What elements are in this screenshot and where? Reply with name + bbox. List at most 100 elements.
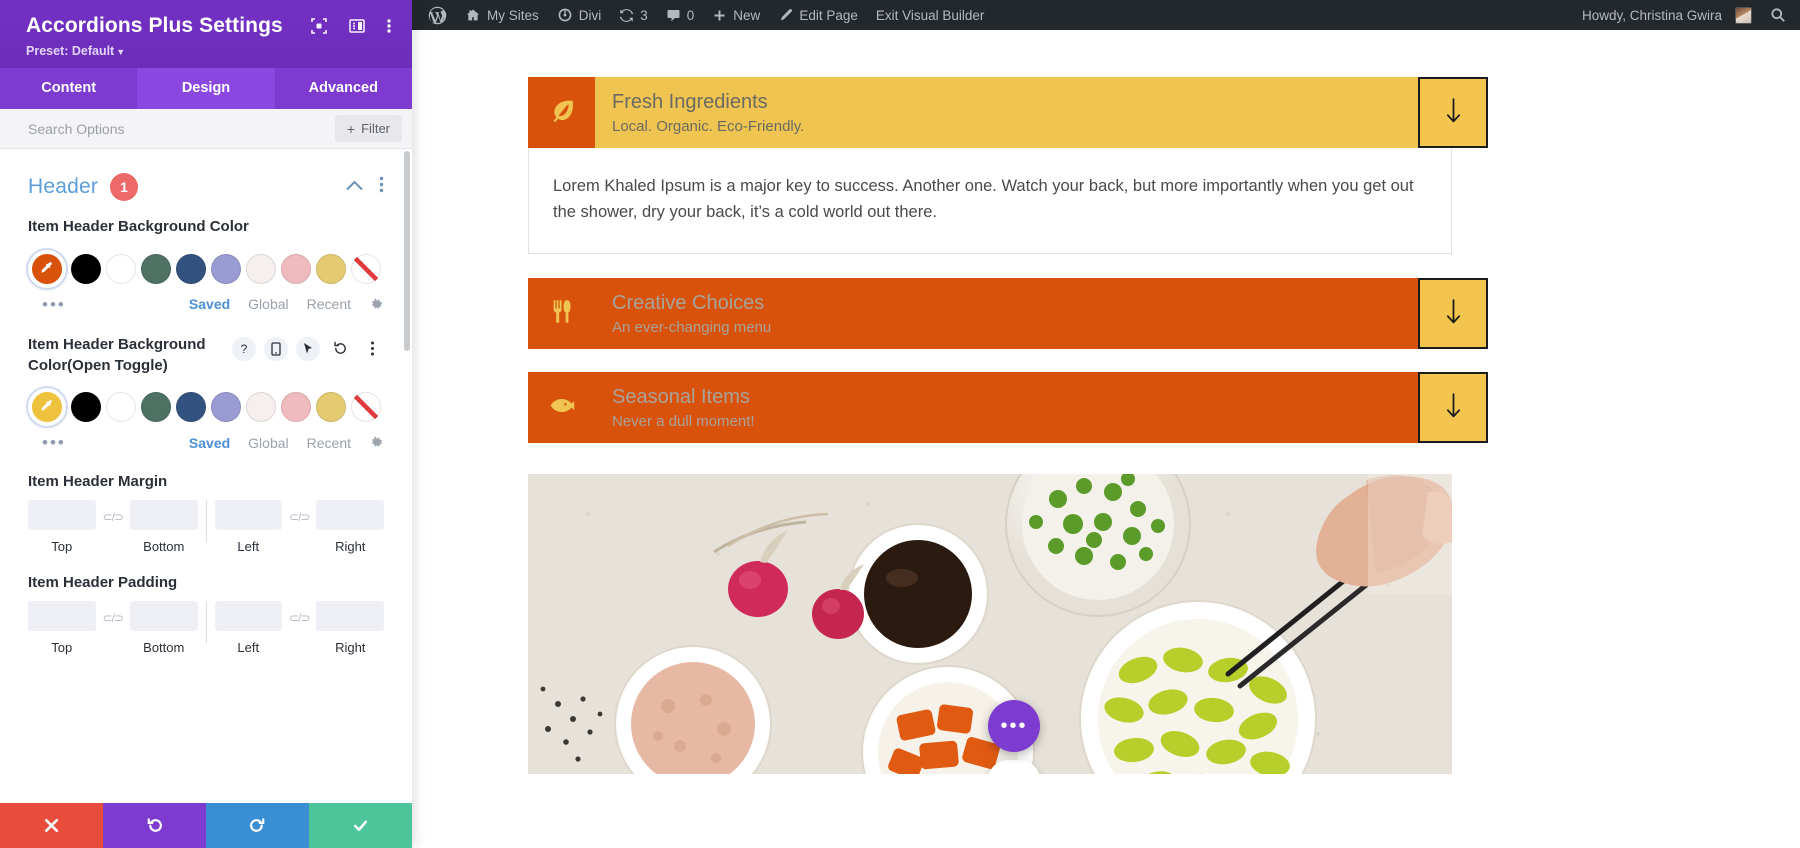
swatch-more-icon[interactable]: ••• — [42, 434, 66, 451]
updates-menu[interactable]: 3 — [610, 0, 657, 30]
link-values-icon[interactable]: ⊂/⊃ — [96, 611, 130, 625]
padding-top-input[interactable] — [28, 601, 96, 632]
status-badge: 1 — [110, 173, 139, 202]
exit-visual-builder-label: Exit Visual Builder — [875, 7, 985, 23]
gear-icon[interactable] — [369, 297, 384, 312]
input-caption: Top — [51, 539, 73, 555]
link-values-icon[interactable]: ⊂/⊃ — [96, 510, 130, 524]
wordpress-logo-icon[interactable] — [424, 0, 456, 30]
chevron-up-icon[interactable] — [346, 178, 363, 196]
search-icon[interactable] — [1761, 0, 1792, 30]
tab-recent-colors[interactable]: Recent — [307, 435, 351, 451]
swatch-more-icon[interactable]: ••• — [42, 296, 66, 313]
accordion-toggle-button[interactable] — [1418, 372, 1488, 444]
tab-content[interactable]: Content — [0, 68, 137, 109]
mobile-icon[interactable] — [264, 336, 288, 361]
color-swatch[interactable] — [246, 253, 276, 284]
tab-advanced[interactable]: Advanced — [275, 68, 412, 109]
cancel-button[interactable] — [0, 803, 103, 848]
accordion-header[interactable]: Creative Choices An ever-changing menu — [528, 278, 1488, 350]
input-caption: Top — [51, 640, 73, 656]
section-more-icon[interactable] — [379, 176, 384, 198]
tab-saved-colors[interactable]: Saved — [189, 296, 230, 312]
color-swatch[interactable] — [211, 392, 241, 423]
filter-button[interactable]: + Filter — [334, 115, 402, 143]
comments-menu[interactable]: 0 — [657, 0, 704, 30]
my-sites-menu[interactable]: My Sites — [456, 0, 548, 30]
divi-menu[interactable]: Divi — [548, 0, 611, 30]
howdy-menu[interactable]: Howdy, Christina Gwira — [1573, 0, 1761, 30]
padding-right-input[interactable] — [316, 601, 385, 632]
search-bar: + Filter — [0, 109, 412, 150]
tab-global-colors[interactable]: Global — [248, 296, 288, 312]
accordion-title: Creative Choices — [612, 292, 765, 315]
color-swatch-selected[interactable] — [28, 388, 66, 427]
panel-scrollbar[interactable] — [404, 151, 410, 352]
input-caption: Left — [237, 640, 260, 656]
section-title[interactable]: Header — [28, 175, 98, 199]
color-swatch[interactable] — [211, 253, 241, 284]
cursor-icon[interactable] — [296, 336, 320, 361]
accordion-item: Seasonal Items Never a dull moment! — [528, 372, 1488, 444]
color-swatch[interactable] — [141, 392, 171, 423]
link-values-icon[interactable]: ⊂/⊃ — [282, 611, 316, 625]
layout-columns-icon[interactable] — [348, 17, 366, 35]
color-swatch[interactable] — [141, 253, 171, 284]
accordion-header[interactable]: Seasonal Items Never a dull moment! — [528, 372, 1488, 444]
divider — [205, 601, 207, 644]
new-menu[interactable]: New — [703, 0, 769, 30]
margin-bottom-input[interactable] — [129, 500, 198, 531]
accordion-toggle-button[interactable] — [1418, 77, 1488, 148]
preset-selector[interactable]: Preset: Default ▼ — [26, 44, 396, 58]
accordion-header[interactable]: Fresh Ingredients Local. Organic. Eco-Fr… — [528, 77, 1488, 148]
tab-saved-colors[interactable]: Saved — [189, 435, 230, 451]
input-caption: Bottom — [143, 640, 185, 656]
module-options-fab[interactable]: ••• — [988, 700, 1040, 752]
field-item-header-background-color: Item Header Background Color ••• Saved G… — [28, 217, 384, 313]
color-swatch[interactable] — [281, 253, 311, 284]
accordion-toggle-button[interactable] — [1418, 278, 1488, 350]
color-swatch[interactable] — [71, 392, 101, 423]
arrow-down-icon — [1445, 392, 1462, 424]
color-swatch[interactable] — [106, 392, 136, 423]
color-swatch[interactable] — [176, 392, 206, 423]
search-input[interactable] — [28, 120, 335, 137]
color-swatch-selected[interactable] — [28, 249, 66, 288]
color-swatch[interactable] — [71, 253, 101, 284]
color-swatch[interactable] — [316, 392, 346, 423]
margin-right-input[interactable] — [316, 500, 385, 531]
padding-bottom-input[interactable] — [129, 601, 198, 632]
page-canvas: Fresh Ingredients Local. Organic. Eco-Fr… — [412, 30, 1800, 848]
divider — [205, 500, 207, 543]
color-swatch-none[interactable] — [351, 253, 381, 284]
reset-icon[interactable] — [328, 337, 352, 361]
field-label: Item Header Margin — [28, 473, 168, 491]
undo-button[interactable] — [103, 803, 206, 848]
accordion-module: Fresh Ingredients Local. Organic. Eco-Fr… — [528, 77, 1488, 467]
color-swatch-none[interactable] — [351, 392, 381, 423]
tab-recent-colors[interactable]: Recent — [307, 296, 351, 312]
margin-top-input[interactable] — [28, 500, 96, 531]
tab-global-colors[interactable]: Global — [248, 435, 288, 451]
gear-icon[interactable] — [369, 435, 384, 450]
help-icon[interactable]: ? — [232, 336, 256, 361]
focus-icon[interactable] — [310, 17, 328, 35]
color-swatch[interactable] — [281, 392, 311, 423]
color-swatch[interactable] — [246, 392, 276, 423]
color-swatch[interactable] — [316, 253, 346, 284]
exit-visual-builder[interactable]: Exit Visual Builder — [867, 0, 994, 30]
link-values-icon[interactable]: ⊂/⊃ — [282, 510, 316, 524]
edit-page-menu[interactable]: Edit Page — [769, 0, 867, 30]
input-caption: Right — [335, 539, 366, 555]
panel-header: Accordions Plus Settings Preset: Default… — [0, 0, 412, 69]
padding-left-input[interactable] — [214, 601, 283, 632]
more-vertical-icon[interactable] — [386, 17, 392, 35]
redo-button[interactable] — [206, 803, 309, 848]
plus-icon: + — [346, 120, 356, 137]
save-button[interactable] — [309, 803, 412, 848]
margin-left-input[interactable] — [214, 500, 283, 531]
color-swatch[interactable] — [176, 253, 206, 284]
more-vertical-icon[interactable] — [360, 337, 384, 361]
tab-design[interactable]: Design — [137, 68, 275, 110]
color-swatch[interactable] — [106, 253, 136, 284]
